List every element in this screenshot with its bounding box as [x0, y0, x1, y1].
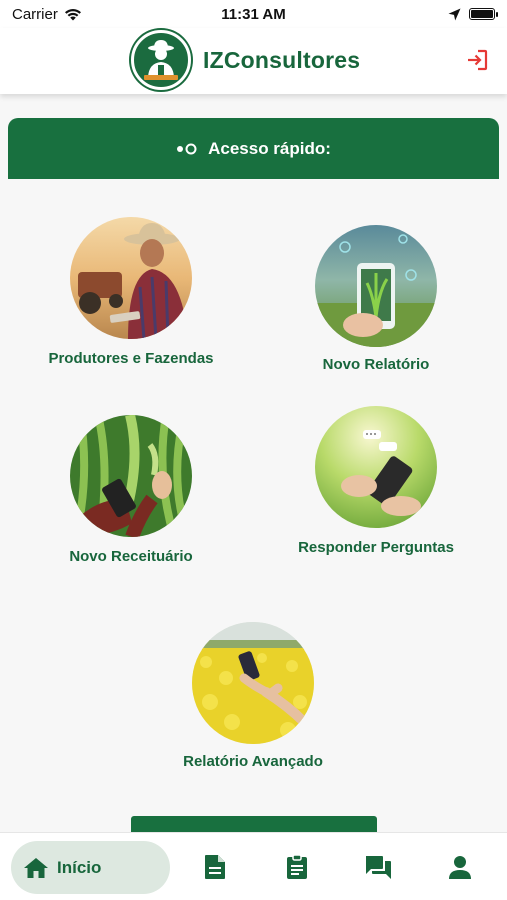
- phone-in-canola-field-photo: [192, 622, 314, 744]
- tile-label: Novo Receituário: [69, 548, 193, 565]
- app-header: IZConsultores: [0, 28, 507, 94]
- hands-with-phone-in-corn-photo: [70, 415, 192, 537]
- bottom-nav: Início: [0, 832, 507, 900]
- quick-access-banner: Acesso rápido:: [8, 118, 499, 179]
- tile-novo-receituario[interactable]: Novo Receituário: [46, 415, 216, 566]
- tile-label: Novo Relatório: [322, 356, 430, 373]
- nav-chat-button[interactable]: [364, 853, 392, 881]
- document-icon: [205, 855, 225, 879]
- brand: IZConsultores: [131, 30, 360, 90]
- home-icon: [24, 857, 48, 878]
- phone-with-plant-photo: [315, 225, 437, 347]
- clipboard-icon: [287, 854, 307, 879]
- chat-icon: [366, 856, 391, 879]
- tile-label: Relatório Avançado: [183, 753, 323, 770]
- tile-label: Produtores e Fazendas: [48, 350, 214, 367]
- tile-label: Responder Perguntas: [298, 539, 454, 556]
- toggle-dots-icon: [177, 143, 197, 154]
- nav-document-button[interactable]: [201, 853, 229, 881]
- user-icon: [449, 856, 471, 879]
- quick-access-title: Acesso rápido:: [208, 138, 331, 158]
- tile-relatorio-avancado[interactable]: Relatório Avançado: [168, 622, 338, 771]
- farmer-with-tablet-photo: [70, 217, 192, 339]
- nav-profile-button[interactable]: [446, 853, 474, 881]
- status-bar: Carrier 11:31 AM: [0, 0, 507, 28]
- farmer-logo-icon: [131, 30, 191, 90]
- nav-home-button[interactable]: Início: [11, 841, 170, 894]
- nav-clipboard-button[interactable]: [283, 853, 311, 881]
- app-title: IZConsultores: [203, 46, 361, 73]
- logout-icon: [468, 49, 488, 71]
- battery-icon: [469, 8, 498, 20]
- nav-home-label: Início: [57, 857, 102, 877]
- wifi-icon: [64, 8, 81, 20]
- tile-novo-relatorio[interactable]: Novo Relatório: [291, 225, 461, 374]
- tile-produtores-fazendas[interactable]: Produtores e Fazendas: [46, 217, 216, 368]
- carrier-label: Carrier: [12, 5, 58, 23]
- logout-button[interactable]: [463, 46, 491, 74]
- tile-responder-perguntas[interactable]: Responder Perguntas: [291, 406, 461, 557]
- location-arrow-icon: [448, 8, 461, 20]
- hands-texting-phone-photo: [315, 406, 437, 528]
